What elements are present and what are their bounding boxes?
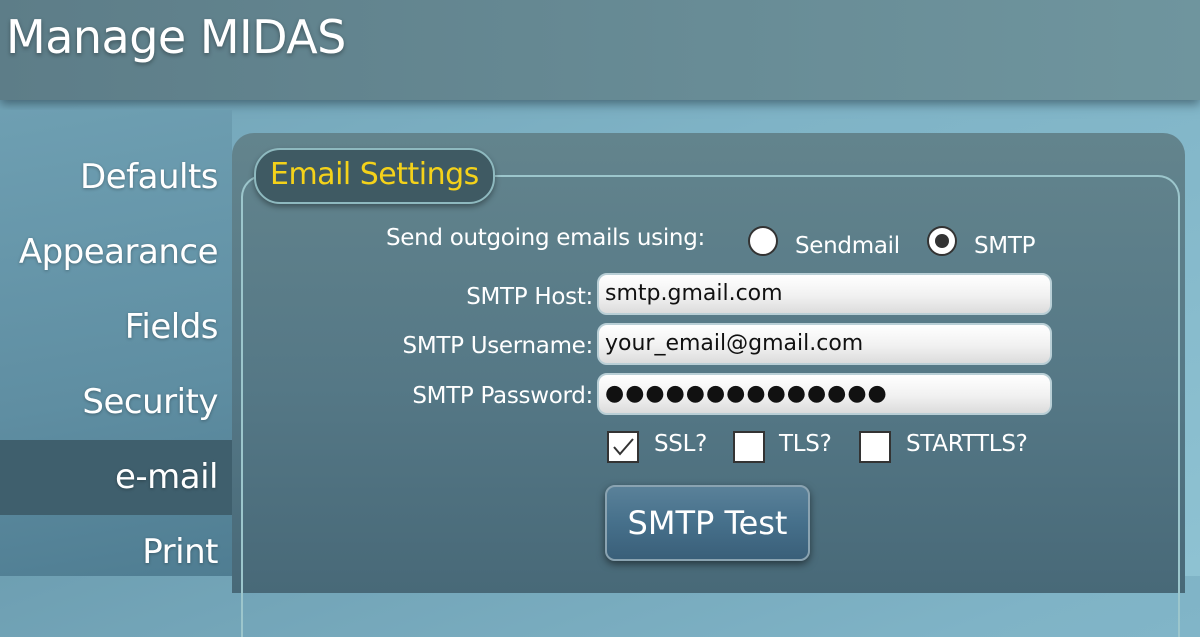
smtp-username-input[interactable]: your_email@gmail.com [597, 323, 1052, 365]
starttls-label: STARTTLS? [906, 431, 1028, 457]
group-title: Email Settings [254, 148, 495, 204]
checkbox-tls[interactable] [733, 431, 765, 463]
sidebar-item-security[interactable]: Security [0, 365, 232, 440]
tls-label: TLS? [779, 431, 832, 457]
checkmark-icon [613, 438, 634, 456]
sidebar-nav: Defaults Appearance Fields Security e-ma… [0, 140, 232, 590]
email-settings-panel: Email Settings Send outgoing emails usin… [232, 133, 1185, 637]
send-using-label: Send outgoing emails using: [386, 225, 705, 251]
sidebar-item-print[interactable]: Print [0, 515, 232, 590]
radio-sendmail[interactable] [748, 226, 778, 256]
sidebar-item-defaults[interactable]: Defaults [0, 140, 232, 215]
page-title: Manage MIDAS [6, 10, 346, 64]
app-header: Manage MIDAS [0, 0, 1200, 100]
sidebar-item-appearance[interactable]: Appearance [0, 215, 232, 290]
smtp-host-input[interactable]: smtp.gmail.com [597, 273, 1052, 315]
radio-smtp[interactable] [927, 226, 957, 256]
checkbox-starttls[interactable] [859, 431, 891, 463]
sidebar-item-fields[interactable]: Fields [0, 290, 232, 365]
sidebar-item-email[interactable]: e-mail [0, 440, 232, 515]
radio-smtp-label: SMTP [974, 233, 1036, 259]
radio-selected-dot [935, 234, 949, 248]
smtp-username-label: SMTP Username: [402, 333, 594, 359]
radio-sendmail-label: Sendmail [795, 233, 900, 259]
smtp-host-label: SMTP Host: [466, 284, 593, 310]
checkbox-ssl[interactable] [607, 431, 639, 463]
smtp-password-input[interactable]: ●●●●●●●●●●●●●● [597, 373, 1052, 415]
smtp-test-button[interactable]: SMTP Test [605, 485, 810, 561]
smtp-password-label: SMTP Password: [412, 383, 593, 409]
ssl-label: SSL? [654, 431, 708, 457]
